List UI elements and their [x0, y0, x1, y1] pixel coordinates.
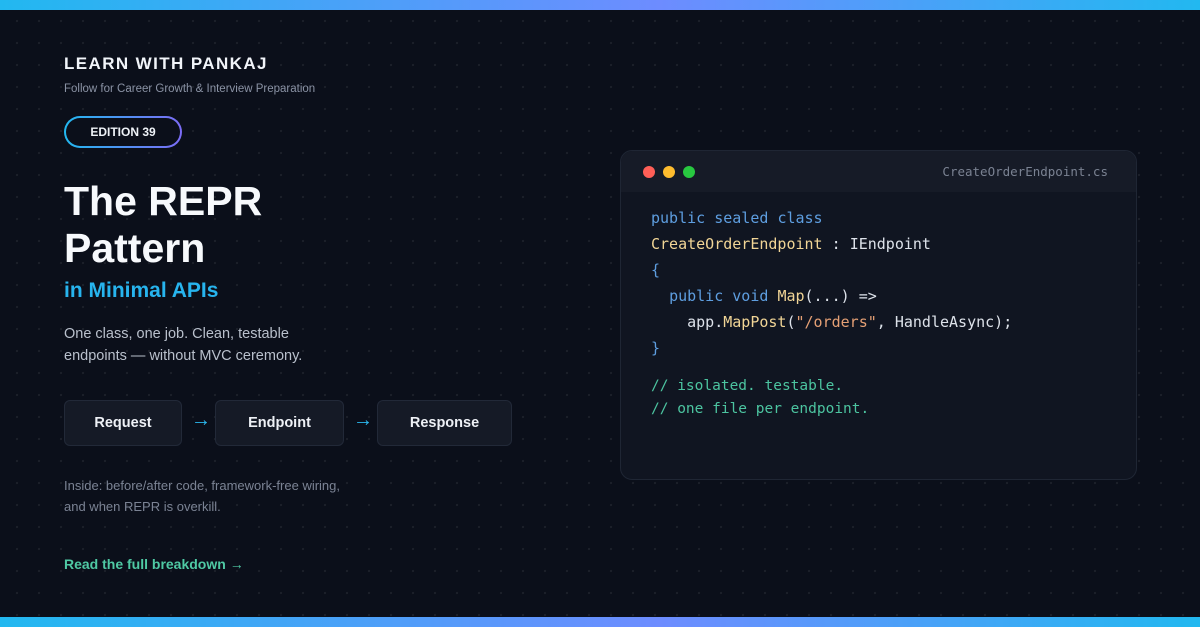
description: One class, one job. Clean, testable endp… [64, 323, 334, 367]
flow-step-response-label: Response [409, 415, 480, 431]
code-window: CreateOrderEndpoint.cs public sealed cla… [620, 150, 1137, 480]
code-line-1: public sealed class [651, 209, 823, 227]
brand-name: LEARN WITH PANKAJ [64, 54, 268, 73]
code-window-header: CreateOrderEndpoint.cs [621, 151, 1136, 192]
top-gradient-bar [0, 0, 1200, 10]
window-minimize-dot-icon [663, 166, 675, 178]
inside-line-1: Inside: before/after code, framework-fre… [64, 478, 341, 493]
edition-badge: EDITION 39 [64, 116, 182, 148]
code-block: public sealed class CreateOrderEndpoint :… [651, 205, 1012, 361]
flow-arrow-icon: → [191, 409, 211, 431]
brand-tagline: Follow for Career Growth & Interview Pre… [64, 83, 316, 95]
code-comments: // isolated. testable. // one file per en… [651, 375, 869, 421]
window-maximize-dot-icon [683, 166, 695, 178]
flow-step-endpoint: Endpoint [215, 400, 344, 446]
flow-arrow-icon: → [353, 409, 373, 431]
title-line-1: The REPR [64, 178, 263, 224]
code-line-4: public void Map(...) => [669, 287, 877, 305]
code-filename: CreateOrderEndpoint.cs [942, 164, 1108, 179]
page-title: The REPR Pattern [64, 178, 262, 272]
flow-step-endpoint-label: Endpoint [248, 415, 311, 431]
flow-step-response: Response [377, 400, 512, 446]
flow-step-request-label: Request [94, 415, 152, 431]
code-line-6: } [651, 339, 661, 357]
inside-summary: Inside: before/after code, framework-fre… [64, 475, 374, 517]
edition-label: EDITION 39 [90, 125, 156, 139]
code-comment-1: // isolated. testable. [651, 378, 844, 394]
description-line-2: endpoints — without MVC ceremony. [64, 348, 303, 364]
code-line-5: app.MapPost("/orders", HandleAsync); [687, 313, 1013, 331]
code-line-3: { [651, 261, 661, 279]
read-breakdown-link[interactable]: Read the full breakdown → [64, 556, 244, 572]
bottom-gradient-bar [0, 617, 1200, 627]
code-line-2: CreateOrderEndpoint : IEndpoint [651, 235, 931, 253]
flow-step-request: Request [64, 400, 182, 446]
description-line-1: One class, one job. Clean, testable [64, 326, 289, 342]
title-line-2: Pattern [64, 225, 206, 271]
page-subtitle: in Minimal APIs [64, 279, 219, 302]
inside-line-2: and when REPR is overkill. [64, 499, 221, 514]
code-comment-2: // one file per endpoint. [651, 401, 870, 417]
window-close-dot-icon [643, 166, 655, 178]
